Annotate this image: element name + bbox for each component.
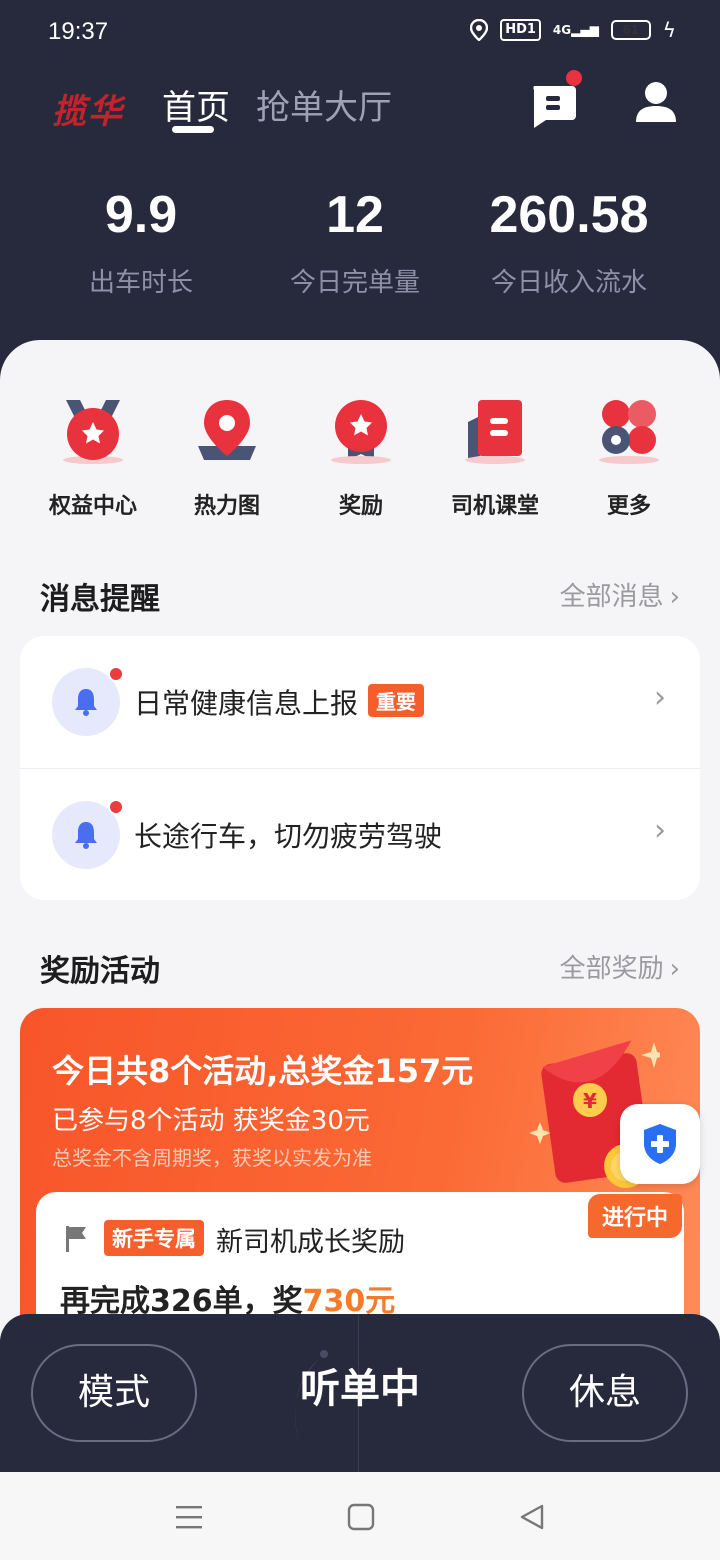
stat-label: 今日收入流水 bbox=[490, 268, 647, 298]
main-content: 权益中心 热力图 奖励 司机课堂 更多 消息提醒 全部消息 › 日常健康信息上报… bbox=[0, 340, 720, 1340]
status-time: 19:37 bbox=[48, 18, 109, 45]
shortcut-driver-class[interactable]: 司机课堂 bbox=[428, 396, 562, 526]
reward-summary-title: 今日共8个活动,总奖金157元 bbox=[52, 1052, 474, 1090]
battery-icon: 61 bbox=[610, 20, 651, 40]
tab-order-hall[interactable]: 抢单大厅 bbox=[256, 80, 392, 129]
status-badge: 进行中 bbox=[588, 1194, 683, 1238]
reward-summary-sub: 已参与8个活动 获奖金30元 bbox=[52, 1106, 370, 1136]
flag-icon bbox=[66, 1226, 86, 1252]
message-list: 日常健康信息上报 重要 › 长途行车，切勿疲劳驾驶 › bbox=[20, 636, 700, 900]
brand-logo: 揽华 bbox=[52, 92, 124, 132]
task-name: 新司机成长奖励 bbox=[216, 1227, 405, 1258]
system-nav-bar bbox=[0, 1472, 720, 1560]
stat-value: 9.9 bbox=[104, 186, 178, 244]
tab-indicator bbox=[172, 126, 214, 133]
medal-icon bbox=[63, 400, 123, 464]
chevron-right-icon: › bbox=[669, 582, 680, 612]
shield-icon bbox=[644, 1124, 676, 1164]
message-item[interactable]: 日常健康信息上报 重要 › bbox=[20, 636, 700, 768]
stat-income-today[interactable]: 260.58 今日收入流水 bbox=[428, 180, 710, 310]
back-icon[interactable] bbox=[518, 1502, 548, 1532]
shortcut-rewards[interactable]: 奖励 bbox=[294, 396, 428, 526]
message-icon[interactable] bbox=[528, 80, 578, 130]
charging-icon: ϟ bbox=[662, 18, 676, 42]
message-title: 日常健康信息上报 bbox=[134, 687, 359, 720]
message-item[interactable]: 长途行车，切勿疲劳驾驶 › bbox=[20, 768, 700, 900]
all-messages-label: 全部消息 bbox=[559, 582, 664, 612]
book-icon bbox=[465, 400, 525, 464]
shortcut-label: 更多 bbox=[606, 494, 651, 519]
messages-title: 消息提醒 bbox=[40, 582, 160, 617]
shortcut-label: 司机课堂 bbox=[450, 494, 539, 519]
stat-value: 12 bbox=[326, 186, 384, 244]
important-badge: 重要 bbox=[368, 684, 425, 717]
status-bar: 19:37 HD1 4G▂▄▆ 61 ϟ bbox=[0, 0, 720, 64]
shortcut-label: 热力图 bbox=[193, 494, 260, 519]
safety-shield-button[interactable] bbox=[620, 1104, 700, 1184]
battery-level: 61 bbox=[622, 23, 640, 37]
stats-panel: 9.9 出车时长 12 今日完单量 260.58 今日收入流水 bbox=[0, 180, 720, 310]
location-pin-icon bbox=[198, 400, 256, 460]
network-type: 4G bbox=[552, 23, 572, 37]
menu-icon[interactable] bbox=[174, 1502, 204, 1532]
unread-dot bbox=[108, 666, 124, 682]
shortcut-benefits[interactable]: 权益中心 bbox=[26, 396, 160, 526]
shortcut-heatmap[interactable]: 热力图 bbox=[160, 396, 294, 526]
bell-icon bbox=[75, 689, 97, 716]
reward-banner[interactable]: 今日共8个活动,总奖金157元 已参与8个活动 获奖金30元 总奖金不含周期奖，… bbox=[20, 1008, 700, 1340]
shortcut-more[interactable]: 更多 bbox=[562, 396, 696, 526]
reward-note: 总奖金不含周期奖，获奖以实发为准 bbox=[52, 1146, 372, 1170]
location-icon bbox=[470, 19, 489, 41]
stat-orders-today[interactable]: 12 今日完单量 bbox=[282, 180, 428, 310]
shortcut-grid: 权益中心 热力图 奖励 司机课堂 更多 bbox=[0, 396, 720, 526]
all-rewards-link[interactable]: 全部奖励 › bbox=[560, 948, 680, 985]
home-icon[interactable] bbox=[346, 1502, 376, 1532]
chevron-right-icon: › bbox=[669, 954, 680, 984]
chevron-right-icon: › bbox=[654, 813, 666, 848]
shortcut-label: 权益中心 bbox=[48, 494, 137, 519]
more-apps-icon bbox=[599, 400, 659, 464]
notification-dot bbox=[566, 70, 582, 86]
shortcut-label: 奖励 bbox=[338, 494, 383, 519]
all-rewards-label: 全部奖励 bbox=[559, 954, 664, 984]
svg-text:¥: ¥ bbox=[583, 1089, 597, 1113]
bell-icon-wrap bbox=[52, 799, 124, 869]
hd-icon: HD1 bbox=[500, 19, 541, 41]
newbie-badge: 新手专属 bbox=[104, 1220, 204, 1256]
unread-dot bbox=[108, 799, 124, 815]
stat-label: 今日完单量 bbox=[289, 268, 420, 298]
bell-icon bbox=[75, 822, 97, 849]
signal-icon: 4G▂▄▆ bbox=[552, 23, 599, 37]
action-bar: 模式 听单中 休息 bbox=[0, 1314, 720, 1472]
all-messages-link[interactable]: 全部消息 › bbox=[560, 576, 680, 613]
stat-value: 260.58 bbox=[489, 186, 649, 244]
rewards-title: 奖励活动 bbox=[40, 954, 160, 989]
top-nav: 揽华 首页 抢单大厅 bbox=[0, 64, 720, 154]
message-title: 长途行车，切勿疲劳驾驶 bbox=[134, 820, 443, 853]
mode-button[interactable]: 模式 bbox=[31, 1344, 197, 1442]
user-icon[interactable] bbox=[634, 80, 678, 124]
chevron-right-icon: › bbox=[654, 680, 666, 715]
rest-button[interactable]: 休息 bbox=[522, 1344, 688, 1442]
tab-home[interactable]: 首页 bbox=[162, 80, 230, 129]
stat-label: 出车时长 bbox=[88, 268, 193, 298]
reward-star-icon bbox=[331, 400, 391, 464]
stat-driving-time[interactable]: 9.9 出车时长 bbox=[0, 180, 282, 310]
listening-status-button[interactable]: 听单中 bbox=[280, 1356, 440, 1414]
message-text: 日常健康信息上报 重要 bbox=[134, 682, 425, 722]
status-icons: HD1 4G▂▄▆ 61 ϟ bbox=[470, 18, 676, 42]
bell-icon-wrap bbox=[52, 666, 124, 736]
